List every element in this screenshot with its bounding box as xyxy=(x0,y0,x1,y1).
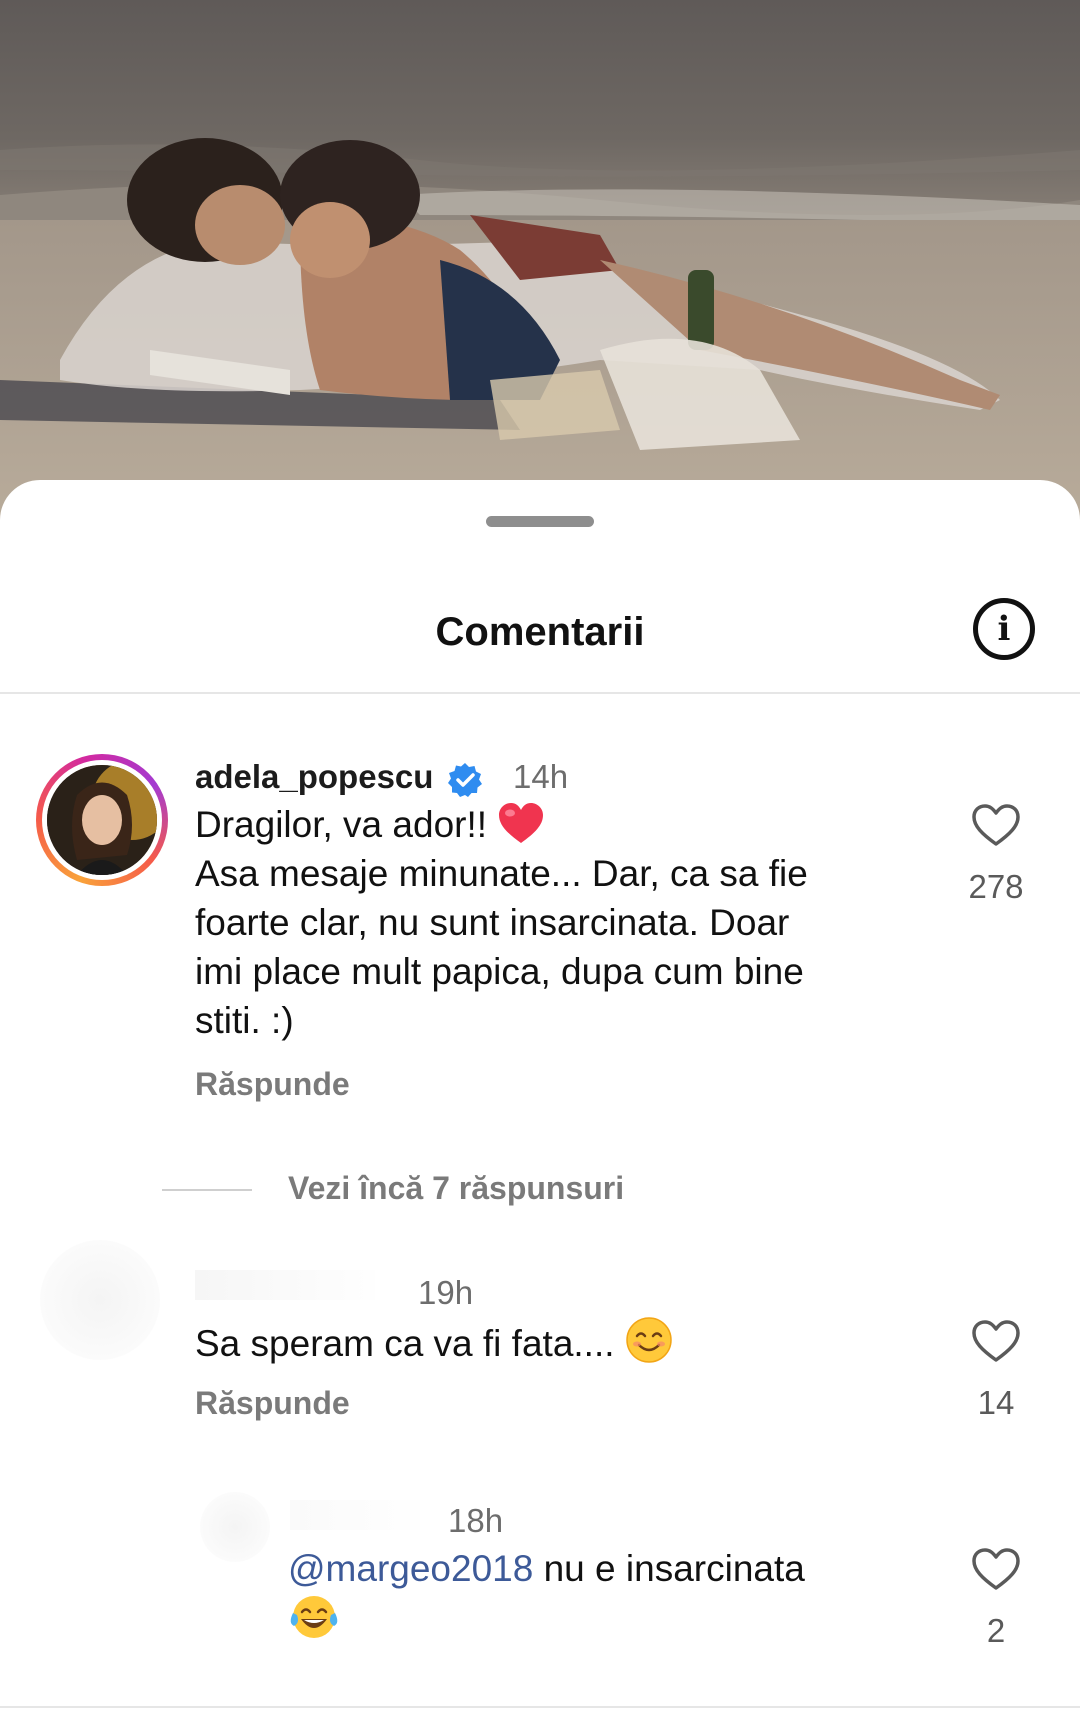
like-count: 2 xyxy=(986,1612,1006,1649)
comment-time: 18h xyxy=(448,1502,504,1539)
heart-like-icon[interactable] xyxy=(970,802,1022,848)
tears-of-joy-emoji-icon xyxy=(290,1596,338,1638)
info-icon[interactable]: i xyxy=(973,598,1035,660)
comment-time: 19h xyxy=(418,1274,474,1311)
avatar[interactable] xyxy=(200,1492,270,1562)
comments-sheet: Comentarii i adela_popescu 14h Dragilor,… xyxy=(0,480,1080,1728)
comment-line: foarte clar, nu sunt insarcinata. Doar xyxy=(195,902,790,943)
comment-text: Dragilor, va ador!! Asa mesaje minunate.… xyxy=(195,800,915,1045)
sheet-title: Comentarii xyxy=(435,610,645,654)
post-photo-background xyxy=(0,0,1080,520)
comment-time: 14h xyxy=(513,758,569,795)
smiling-face-emoji-icon xyxy=(626,1317,672,1363)
view-more-replies-button[interactable]: Vezi încă 7 răspunsuri xyxy=(288,1170,624,1207)
comment-text: Sa speram ca va fi fata.... xyxy=(195,1316,915,1368)
comment-username[interactable]: adela_popescu xyxy=(195,758,433,796)
avatar[interactable] xyxy=(40,1240,160,1360)
sheet-drag-handle[interactable] xyxy=(486,516,594,527)
replies-divider xyxy=(162,1189,252,1191)
heart-like-icon[interactable] xyxy=(970,1546,1022,1592)
comment-line: Asa mesaje minunate... Dar, ca sa fie xyxy=(195,853,808,894)
like-count: 14 xyxy=(977,1384,1015,1421)
reply-button[interactable]: Răspunde xyxy=(195,1385,350,1422)
reply-button[interactable]: Răspunde xyxy=(195,1066,350,1103)
mention-link[interactable]: @margeo2018 xyxy=(288,1548,533,1589)
comment-line: Dragilor, va ador!! xyxy=(195,804,488,845)
comment-username-redacted[interactable] xyxy=(290,1500,420,1530)
heart-like-icon[interactable] xyxy=(970,1318,1022,1364)
comment-text: @margeo2018 nu e insarcinata xyxy=(288,1544,908,1645)
bottom-divider xyxy=(0,1706,1080,1708)
comment-line: Sa speram ca va fi fata.... xyxy=(195,1323,615,1364)
like-count: 278 xyxy=(968,868,1024,905)
red-heart-emoji-icon xyxy=(499,803,544,843)
header-divider xyxy=(0,692,1080,694)
comment-username-redacted[interactable] xyxy=(195,1270,375,1300)
comment-line: stiti. :) xyxy=(195,1000,294,1041)
comment-line: nu e insarcinata xyxy=(533,1548,805,1589)
verified-badge-icon xyxy=(448,763,482,797)
avatar[interactable] xyxy=(36,754,168,886)
comment-line: imi place mult papica, dupa cum bine xyxy=(195,951,804,992)
